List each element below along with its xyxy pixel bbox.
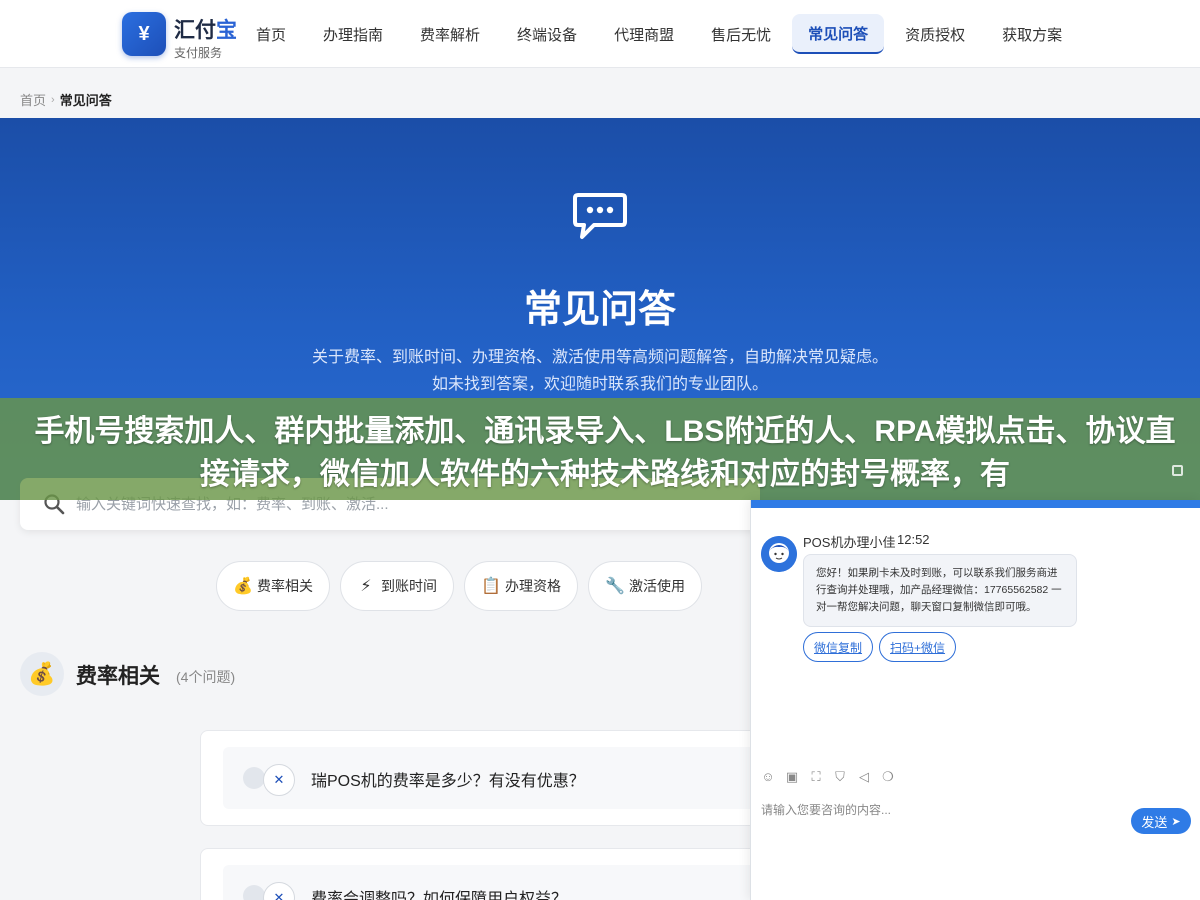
chat-topbar [751, 500, 1200, 508]
quick-reply-buttons: 微信复制 扫码+微信 [803, 632, 962, 662]
main-nav: 首页 办理指南 费率解析 终端设备 代理商盟 售后无忧 常见问答 资质授权 获取… [240, 14, 1083, 54]
shield-icon[interactable]: ⛉ [833, 770, 847, 784]
logo-name-main: 汇付 [174, 19, 216, 42]
nav-item-devices[interactable]: 终端设备 [501, 14, 593, 54]
lightning-icon: ⚡ [360, 578, 372, 595]
nav-item-guide[interactable]: 办理指南 [307, 14, 399, 54]
nav-item-rates[interactable]: 费率解析 [404, 14, 496, 54]
section-title: 费率相关 [76, 665, 160, 688]
chip-activation[interactable]: 🔧 激活使用 [588, 561, 702, 611]
nav-item-agents[interactable]: 代理商盟 [598, 14, 690, 54]
copy-wechat-button[interactable]: 微信复制 [803, 632, 874, 662]
send-arrow-icon: ➤ [1171, 815, 1181, 828]
chat-message-input[interactable] [761, 800, 1121, 820]
logo-subtitle: 支付服务 [174, 46, 223, 60]
send-button[interactable]: 发送 ➤ [1131, 808, 1191, 834]
faq-item[interactable]: ✕ 瑞POS机的费率是多少？有没有优惠？ [200, 730, 770, 826]
logo-name-accent: 宝 [216, 19, 237, 42]
message-bubble: 您好！如果刷卡未及时到账，可以联系我们服务商进行查询并处理哦，加产品经理微信：1… [803, 554, 1077, 627]
hero-description: 关于费率、到账时间、办理资格、激活使用等高频问题解答，自助解决常见疑虑。 如未找… [0, 344, 1200, 398]
screenshot-icon[interactable]: ⛶ [809, 770, 823, 784]
chat-bubble-icon [573, 193, 627, 239]
nav-item-get-plan[interactable]: 获取方案 [986, 14, 1078, 54]
faq-toggle[interactable] [243, 885, 265, 900]
nav-item-qualification[interactable]: 资质授权 [889, 14, 981, 54]
breadcrumb: 首页 › 常见问答 [20, 90, 112, 109]
chat-panel: POS机办理小佳 12:52 您好！如果刷卡未及时到账，可以联系我们服务商进行查… [750, 500, 1200, 900]
faq-question: 瑞POS机的费率是多少？有没有优惠？ [311, 773, 585, 790]
send-button-label: 发送 [1141, 814, 1168, 830]
chip-rates[interactable]: 💰 费率相关 [216, 561, 330, 611]
nav-item-faq[interactable]: 常见问答 [792, 14, 885, 54]
logo-mark[interactable]: ¥ [122, 12, 166, 56]
chip-label: 办理资格 [505, 578, 561, 594]
agent-name: POS机办理小佳 [803, 535, 896, 550]
scan-wechat-button[interactable]: 扫码+微信 [879, 632, 957, 662]
faq-question: 费率会调整吗？如何保障用户权益？ [311, 891, 568, 900]
close-icon[interactable]: ✕ [263, 764, 295, 796]
faq-toggle[interactable] [243, 767, 265, 789]
chip-arrival-time[interactable]: ⚡ 到账时间 [340, 561, 454, 611]
breadcrumb-home[interactable]: 首页 [20, 90, 46, 109]
section-count: (4个问题) [176, 669, 236, 685]
faq-item[interactable]: ✕ 费率会调整吗？如何保障用户权益？ [200, 848, 770, 900]
volume-icon[interactable]: ◁ [857, 770, 871, 784]
category-chips: 💰 费率相关 ⚡ 到账时间 📋 办理资格 🔧 激活使用 [216, 561, 712, 611]
money-bag-icon: 💰 [233, 578, 253, 595]
logo-mark-glyph: ¥ [138, 22, 150, 45]
nav-item-aftersales[interactable]: 售后无忧 [695, 14, 787, 54]
chip-label: 费率相关 [257, 578, 313, 594]
faq-question-row[interactable]: ✕ 费率会调整吗？如何保障用户权益？ [223, 865, 763, 900]
logo-name[interactable]: 汇付宝 [174, 14, 237, 44]
overlay-corner-box-icon[interactable] [1172, 465, 1183, 476]
breadcrumb-current: 常见问答 [59, 93, 112, 108]
chat-toolbar: ☺ ▣ ⛶ ⛉ ◁ ❍ [761, 770, 905, 784]
close-icon[interactable]: ✕ [263, 882, 295, 900]
clipboard-icon: 📋 [481, 578, 501, 595]
section-money-bag-icon: 💰 [20, 652, 64, 696]
faq-question-row[interactable]: ✕ 瑞POS机的费率是多少？有没有优惠？ [223, 747, 763, 809]
breadcrumb-separator: › [51, 93, 55, 106]
section-icon-glyph: 💰 [28, 661, 56, 686]
chip-label: 激活使用 [629, 578, 685, 594]
overlay-banner-text: 手机号搜索加人、群内批量添加、通讯录导入、LBS附近的人、RPA模拟点击、协议直… [34, 415, 1176, 491]
message-time: 12:52 [897, 532, 930, 547]
wrench-icon: 🔧 [605, 578, 625, 595]
chip-label: 到账时间 [381, 578, 437, 594]
emoji-icon[interactable]: ☺ [761, 770, 775, 784]
chip-eligibility[interactable]: 📋 办理资格 [464, 561, 578, 611]
agent-avatar [761, 536, 797, 572]
top-header: ¥ 汇付宝 支付服务 首页 办理指南 费率解析 终端设备 代理商盟 售后无忧 常… [0, 0, 1200, 68]
page-title: 常见问答 [523, 289, 676, 331]
hero-description-line-1: 关于费率、到账时间、办理资格、激活使用等高频问题解答，自助解决常见疑虑。 [311, 349, 888, 366]
nav-item-home[interactable]: 首页 [240, 14, 302, 54]
hero-description-line-2: 如未找到答案，欢迎随时联系我们的专业团队。 [431, 376, 768, 393]
image-icon[interactable]: ▣ [785, 770, 799, 784]
chat-icon[interactable]: ❍ [881, 770, 895, 784]
